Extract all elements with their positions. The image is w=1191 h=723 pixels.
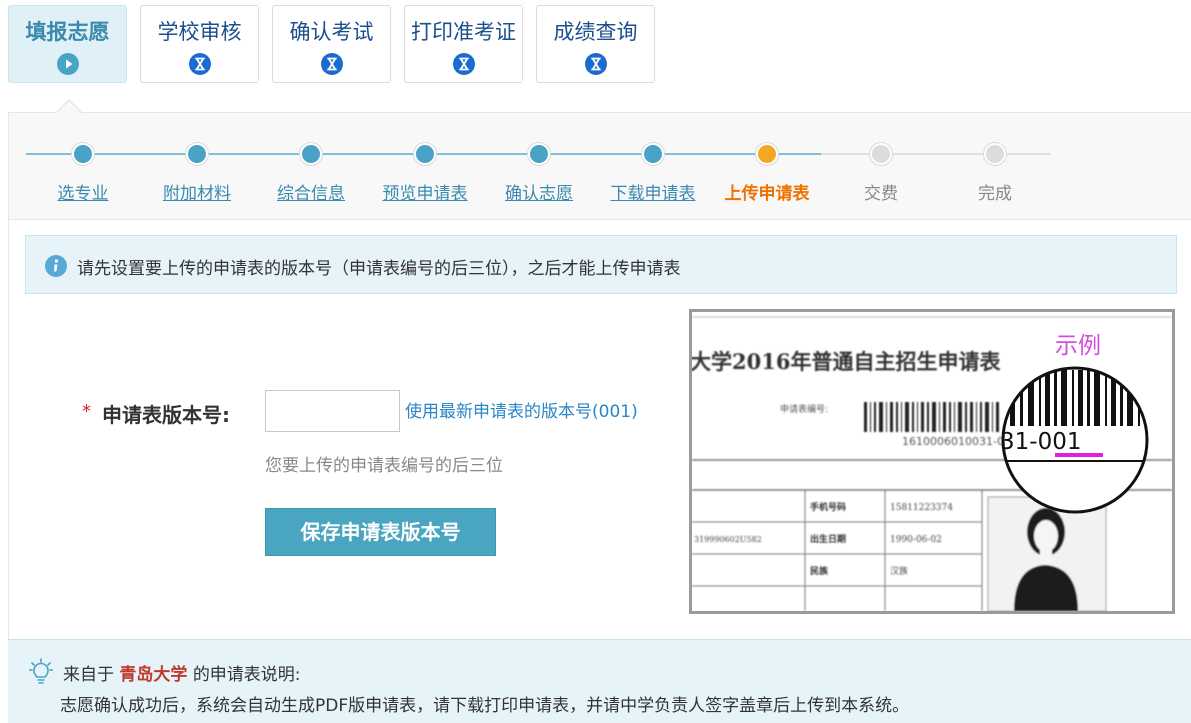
svg-text:319990602U582: 319990602U582 <box>694 535 762 544</box>
version-input[interactable] <box>265 390 400 432</box>
example-tag: 示例 <box>1055 333 1101 359</box>
step-dot-current <box>756 143 778 165</box>
info-message: 请先设置要上传的申请表的版本号（申请表编号的后三位），之后才能上传申请表 <box>25 235 1177 294</box>
school-name: 青岛大学 <box>119 665 188 685</box>
info-text: 请先设置要上传的申请表的版本号（申请表编号的后三位），之后才能上传申请表 <box>77 259 681 279</box>
step-upload-form: 上传申请表 <box>724 184 810 204</box>
tab-pointer <box>56 99 82 113</box>
play-icon <box>56 53 79 75</box>
tab-label: 填报志愿 <box>25 20 110 44</box>
example-image: 大学2016年普通自主招生申请表 申请表编号: 1610006010031-00… <box>689 309 1175 614</box>
step-preview-form[interactable]: 预览申请表 <box>365 179 485 204</box>
step-dot <box>186 143 208 165</box>
tab-print-admission[interactable]: 打印准考证 <box>404 5 523 83</box>
hourglass-icon <box>452 53 475 75</box>
step-dot <box>414 143 436 165</box>
tab-score-query[interactable]: 成绩查询 <box>536 5 655 83</box>
tab-label: 打印准考证 <box>411 20 516 44</box>
hourglass-icon <box>584 53 607 75</box>
svg-text:申请表编号:: 申请表编号: <box>780 403 828 415</box>
note-suffix: 的申请表说明: <box>192 665 301 685</box>
step-dot <box>72 143 94 165</box>
svg-text:1990-06-02: 1990-06-02 <box>890 535 942 545</box>
step-attachments[interactable]: 附加材料 <box>137 179 257 204</box>
svg-text:手机号码: 手机号码 <box>810 501 846 513</box>
step-download-form[interactable]: 下载申请表 <box>593 179 713 204</box>
save-version-button[interactable]: 保存申请表版本号 <box>265 508 496 556</box>
step-dot <box>300 143 322 165</box>
lightbulb-icon <box>29 658 53 684</box>
svg-text:汉族: 汉族 <box>890 565 908 577</box>
svg-text:大学2016年普通自主招生申请表: 大学2016年普通自主招生申请表 <box>692 349 1001 374</box>
tab-label: 确认考试 <box>289 20 374 44</box>
hourglass-icon <box>320 53 343 75</box>
note-body: 志愿确认成功后，系统会自动生成PDF版申请表，请下载打印申请表，并请中学负责人签… <box>60 696 910 716</box>
tab-label: 学校审核 <box>157 20 242 44</box>
step-dot <box>642 143 664 165</box>
svg-text:民族: 民族 <box>810 565 829 577</box>
note-heading: 来自于 青岛大学 的申请表说明: <box>63 660 301 685</box>
step-select-major[interactable]: 选专业 <box>23 179 143 204</box>
step-dot <box>870 143 892 165</box>
progress-line-todo <box>821 153 1051 155</box>
version-hint: 您要上传的申请表编号的后三位 <box>265 456 503 476</box>
svg-text:31-001: 31-001 <box>1000 429 1081 455</box>
use-latest-version-link[interactable]: 使用最新申请表的版本号(001) <box>405 397 638 422</box>
school-note: 来自于 青岛大学 的申请表说明: 志愿确认成功后，系统会自动生成PDF版申请表，… <box>8 639 1191 723</box>
svg-text:出生日期: 出生日期 <box>810 533 846 545</box>
svg-text:1610006010031-001: 1610006010031-001 <box>902 435 1018 448</box>
svg-text:15811223374: 15811223374 <box>890 503 953 513</box>
step-general-info[interactable]: 综合信息 <box>251 179 371 204</box>
version-label: 申请表版本号: <box>102 403 230 427</box>
step-complete: 完成 <box>978 184 1012 204</box>
step-payment: 交费 <box>864 184 898 204</box>
tab-fill-application[interactable]: 填报志愿 <box>8 5 127 83</box>
tab-label: 成绩查询 <box>553 20 638 44</box>
step-dot <box>984 143 1006 165</box>
tab-confirm-exam[interactable]: 确认考试 <box>272 5 391 83</box>
info-icon <box>45 255 67 277</box>
hourglass-icon <box>188 53 211 75</box>
required-mark: * <box>82 401 91 422</box>
tab-school-review[interactable]: 学校审核 <box>140 5 259 83</box>
step-confirm-choice[interactable]: 确认志愿 <box>479 179 599 204</box>
step-dot <box>528 143 550 165</box>
note-prefix: 来自于 <box>63 665 114 685</box>
progress-steps: 选专业 附加材料 综合信息 预览申请表 确认志愿 下载申请表 上传申请表 交费 … <box>9 112 1191 220</box>
